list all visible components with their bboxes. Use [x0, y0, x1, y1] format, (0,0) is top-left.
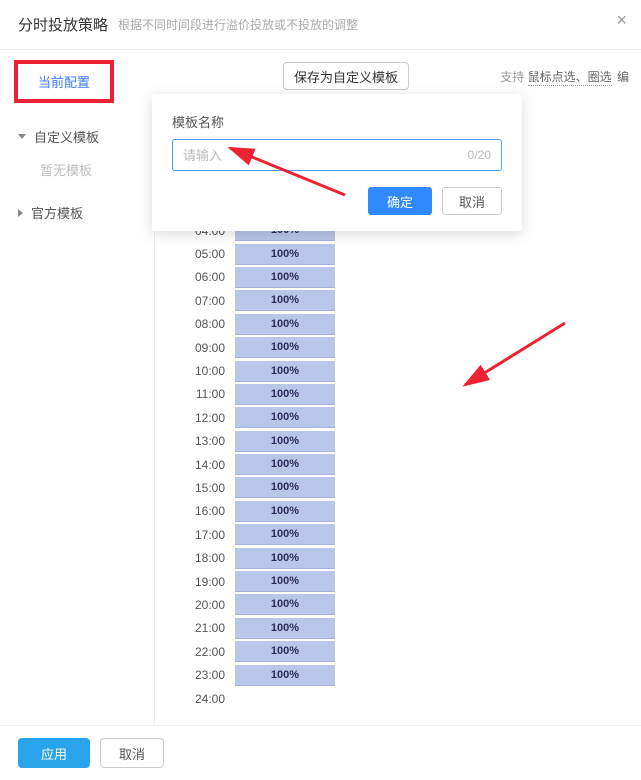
- schedule-time-label: 18:00: [175, 551, 235, 565]
- schedule-row[interactable]: 05:00100%: [175, 242, 621, 265]
- schedule-time-label: 05:00: [175, 247, 235, 261]
- hint-prefix: 支持: [500, 70, 524, 84]
- close-icon[interactable]: ×: [616, 10, 627, 31]
- schedule-time-label: 13:00: [175, 434, 235, 448]
- schedule-value-cell[interactable]: 100%: [235, 384, 335, 405]
- chevron-down-icon: [18, 134, 26, 139]
- schedule-time-label: 17:00: [175, 528, 235, 542]
- schedule-time-label: 23:00: [175, 668, 235, 682]
- schedule-row[interactable]: 07:00100%: [175, 289, 621, 312]
- popover-actions: 确定 取消: [172, 187, 502, 215]
- popover-cancel-button[interactable]: 取消: [442, 187, 502, 215]
- schedule-row[interactable]: 11:00100%: [175, 383, 621, 406]
- schedule-time-label: 09:00: [175, 341, 235, 355]
- sidebar-item-label: 自定义模板: [34, 127, 99, 146]
- schedule-time-label: 15:00: [175, 481, 235, 495]
- confirm-button[interactable]: 确定: [368, 187, 432, 215]
- schedule-time-label: 08:00: [175, 317, 235, 331]
- schedule-row[interactable]: 13:00100%: [175, 430, 621, 453]
- schedule-row[interactable]: 10:00100%: [175, 359, 621, 382]
- schedule-value-cell[interactable]: 100%: [235, 641, 335, 662]
- schedule-time-label: 12:00: [175, 411, 235, 425]
- watermark-title: 店小鱼: [588, 736, 633, 756]
- schedule-grid[interactable]: 04:00100%05:00100%06:00100%07:00100%08:0…: [175, 219, 621, 710]
- schedule-row[interactable]: 17:00100%: [175, 523, 621, 546]
- hint-dotted: 鼠标点选、圈选: [528, 70, 612, 86]
- schedule-value-cell[interactable]: 100%: [235, 665, 335, 686]
- schedule-value-cell[interactable]: 100%: [235, 477, 335, 498]
- sidebar-item-label: 官方模板: [31, 203, 83, 222]
- schedule-time-label: 14:00: [175, 458, 235, 472]
- schedule-row[interactable]: 12:00100%: [175, 406, 621, 429]
- save-template-popover: 模板名称 0/20 确定 取消: [152, 94, 522, 231]
- schedule-row[interactable]: 20:00100%: [175, 593, 621, 616]
- schedule-value-cell[interactable]: 100%: [235, 431, 335, 452]
- schedule-time-label: 22:00: [175, 645, 235, 659]
- schedule-value-cell[interactable]: 100%: [235, 548, 335, 569]
- schedule-row[interactable]: 08:00100%: [175, 313, 621, 336]
- sidebar-item-custom-templates[interactable]: 自定义模板: [0, 119, 154, 154]
- template-name-input[interactable]: [183, 148, 468, 163]
- cancel-button[interactable]: 取消: [100, 738, 164, 768]
- apply-button[interactable]: 应用: [18, 738, 90, 768]
- schedule-row[interactable]: 14:00100%: [175, 453, 621, 476]
- schedule-time-label: 24:00: [175, 692, 235, 706]
- char-counter: 0/20: [468, 148, 491, 162]
- schedule-value-cell[interactable]: 100%: [235, 244, 335, 265]
- schedule-time-label: 06:00: [175, 270, 235, 284]
- save-as-template-button[interactable]: 保存为自定义模板: [283, 62, 409, 90]
- modal-header: 分时投放策略 根据不同时间段进行溢价投放或不投放的调整 ×: [0, 0, 641, 50]
- schedule-time-label: 19:00: [175, 575, 235, 589]
- schedule-row[interactable]: 22:00100%: [175, 640, 621, 663]
- schedule-row[interactable]: 21:00100%: [175, 617, 621, 640]
- schedule-value-cell[interactable]: 100%: [235, 594, 335, 615]
- watermark-subtitle: 电商卖家助手: [588, 756, 633, 766]
- schedule-row[interactable]: 16:00100%: [175, 500, 621, 523]
- schedule-time-label: 20:00: [175, 598, 235, 612]
- modal-subtitle: 根据不同时间段进行溢价投放或不投放的调整: [118, 16, 358, 33]
- schedule-value-cell[interactable]: 100%: [235, 361, 335, 382]
- tab-current-config[interactable]: 当前配置: [20, 68, 108, 95]
- schedule-value-cell[interactable]: 100%: [235, 267, 335, 288]
- current-config-highlight: 当前配置: [14, 60, 114, 103]
- schedule-value-cell[interactable]: 100%: [235, 407, 335, 428]
- schedule-value-cell[interactable]: 100%: [235, 290, 335, 311]
- schedule-time-label: 21:00: [175, 621, 235, 635]
- schedule-value-cell[interactable]: 100%: [235, 501, 335, 522]
- schedule-value-cell[interactable]: 100%: [235, 618, 335, 639]
- footer: 应用 取消: [0, 725, 641, 780]
- schedule-time-label: 10:00: [175, 364, 235, 378]
- schedule-time-label: 07:00: [175, 294, 235, 308]
- schedule-row[interactable]: 23:00100%: [175, 663, 621, 686]
- schedule-time-label: 16:00: [175, 504, 235, 518]
- schedule-value-cell[interactable]: 100%: [235, 314, 335, 335]
- popover-label: 模板名称: [172, 112, 502, 131]
- schedule-row[interactable]: 18:00100%: [175, 546, 621, 569]
- sidebar-empty-text: 暂无模板: [0, 154, 154, 195]
- watermark-text: 店小鱼 电商卖家助手: [588, 736, 633, 766]
- schedule-time-label: 11:00: [175, 387, 235, 401]
- schedule-row[interactable]: 19:00100%: [175, 570, 621, 593]
- fish-icon: [554, 737, 582, 765]
- schedule-value-cell[interactable]: 100%: [235, 454, 335, 475]
- watermark: 店小鱼 电商卖家助手: [554, 736, 633, 766]
- hint-tail: 编: [617, 70, 629, 84]
- schedule-row[interactable]: 24:00: [175, 687, 621, 710]
- chevron-right-icon: [18, 209, 23, 217]
- schedule-row[interactable]: 15:00100%: [175, 476, 621, 499]
- modal-title: 分时投放策略: [18, 14, 108, 35]
- schedule-value-cell[interactable]: 100%: [235, 337, 335, 358]
- sidebar: 自定义模板 暂无模板 官方模板: [0, 109, 155, 759]
- template-name-field[interactable]: 0/20: [172, 139, 502, 171]
- sidebar-item-official-templates[interactable]: 官方模板: [0, 195, 154, 230]
- selection-hint: 支持 鼠标点选、圈选 编: [500, 68, 629, 85]
- schedule-row[interactable]: 09:00100%: [175, 336, 621, 359]
- schedule-row[interactable]: 06:00100%: [175, 266, 621, 289]
- schedule-value-cell[interactable]: 100%: [235, 571, 335, 592]
- schedule-value-cell[interactable]: 100%: [235, 524, 335, 545]
- template-toolbar: 保存为自定义模板: [283, 62, 409, 90]
